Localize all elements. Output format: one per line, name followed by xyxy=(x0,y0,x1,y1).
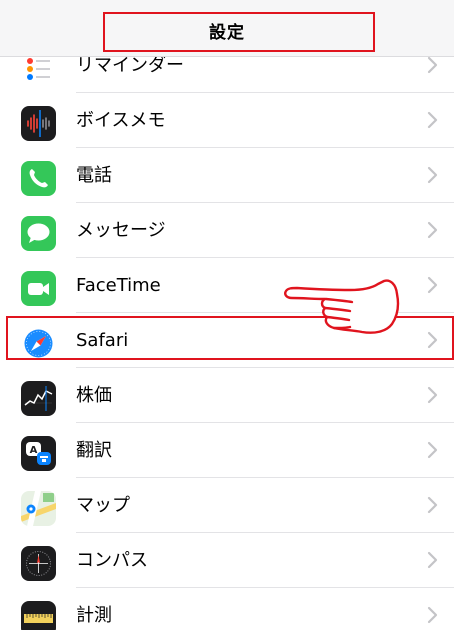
settings-item-label: コンパス xyxy=(76,550,148,571)
stocks-icon xyxy=(21,381,56,416)
chevron-right-icon xyxy=(427,496,438,514)
settings-item-translate[interactable]: A 翻訳 xyxy=(0,423,454,478)
chevron-right-icon xyxy=(427,276,438,294)
navigation-bar: 設定 xyxy=(0,0,454,57)
compass-icon xyxy=(21,546,56,581)
settings-item-maps[interactable]: マップ xyxy=(0,478,454,533)
settings-item-label: ボイスメモ xyxy=(76,110,166,131)
chevron-right-icon xyxy=(427,221,438,239)
svg-text:A: A xyxy=(30,445,38,456)
facetime-icon xyxy=(21,271,56,306)
chevron-right-icon xyxy=(427,606,438,624)
chevron-right-icon xyxy=(427,166,438,184)
settings-item-label: 翻訳 xyxy=(76,440,112,461)
chevron-right-icon xyxy=(427,111,438,129)
settings-item-phone[interactable]: 電話 xyxy=(0,148,454,203)
maps-icon xyxy=(21,491,56,526)
chevron-right-icon xyxy=(427,56,438,74)
pointing-hand-icon xyxy=(284,279,400,334)
settings-item-messages[interactable]: メッセージ xyxy=(0,203,454,258)
voice-memos-icon xyxy=(21,106,56,141)
translate-icon: A xyxy=(21,436,56,471)
settings-item-label: メッセージ xyxy=(76,220,166,241)
title-highlight-box xyxy=(103,12,375,52)
chevron-right-icon xyxy=(427,551,438,569)
settings-item-label: マップ xyxy=(76,495,130,516)
measure-icon xyxy=(21,601,56,630)
settings-item-label: リマインダー xyxy=(76,55,184,76)
chevron-right-icon xyxy=(427,441,438,459)
messages-icon xyxy=(21,216,56,251)
settings-item-voice-memos[interactable]: ボイスメモ xyxy=(0,93,454,148)
settings-item-compass[interactable]: コンパス xyxy=(0,533,454,588)
settings-item-label: 電話 xyxy=(76,165,112,186)
settings-item-stocks[interactable]: 株価 xyxy=(0,368,454,423)
chevron-right-icon xyxy=(427,386,438,404)
settings-item-label: 株価 xyxy=(76,385,112,406)
phone-icon xyxy=(21,161,56,196)
settings-item-label: 計測 xyxy=(76,605,112,626)
settings-item-measure[interactable]: 計測 xyxy=(0,588,454,630)
settings-item-label: FaceTime xyxy=(76,275,161,296)
